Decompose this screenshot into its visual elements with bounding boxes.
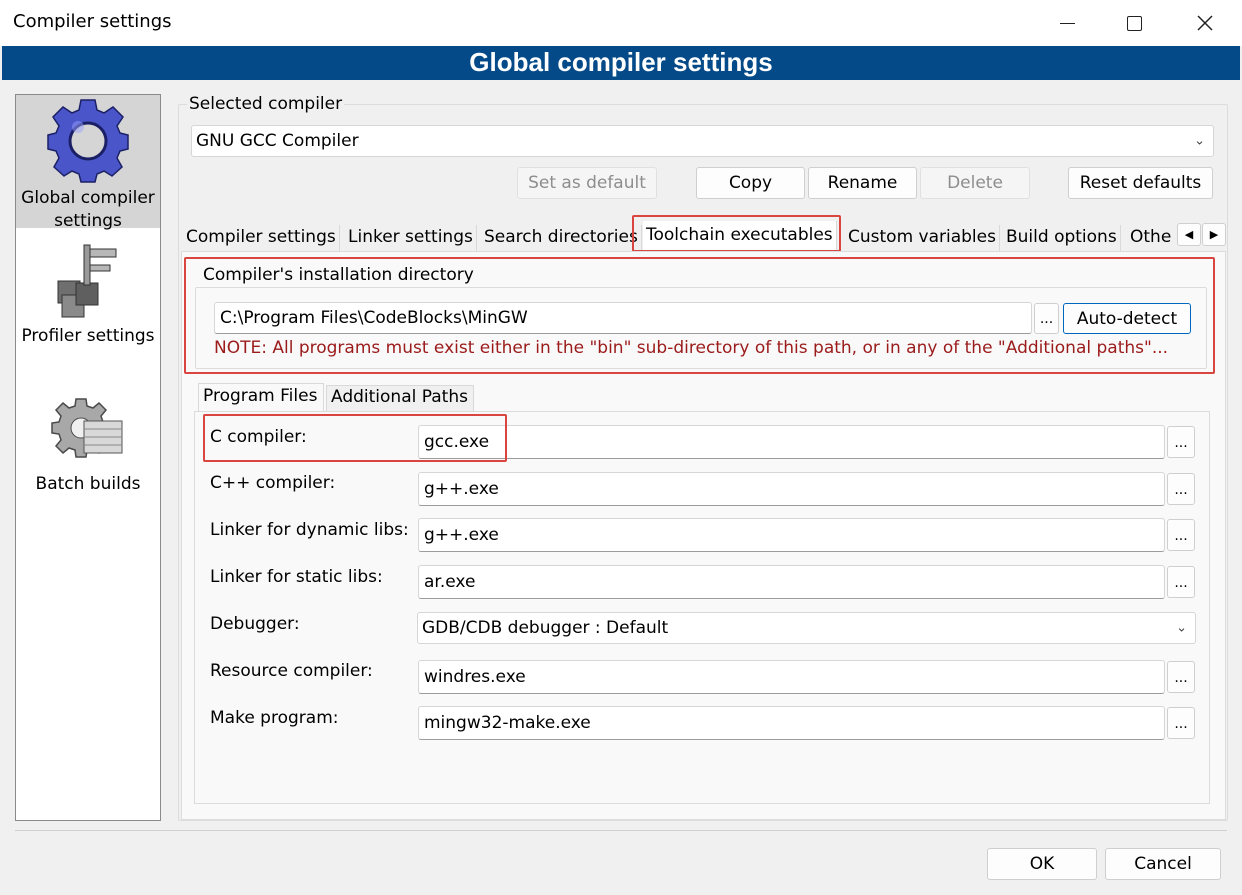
linker-static-browse-button[interactable]: ... (1167, 566, 1195, 598)
tab-scroll-left-button[interactable]: ◀ (1177, 223, 1201, 246)
close-button[interactable] (1170, 0, 1240, 46)
reset-defaults-button[interactable]: Reset defaults (1068, 167, 1213, 199)
window-title: Compiler settings (13, 11, 172, 32)
tab-search-directories[interactable]: Search directories (481, 225, 642, 251)
sidebar-item-global-compiler-settings[interactable]: Global compiler settings (16, 95, 160, 231)
debugger-select[interactable]: GDB/CDB debugger : Default ⌄ (417, 612, 1196, 644)
maximize-button[interactable] (1099, 0, 1169, 46)
cancel-button[interactable]: Cancel (1105, 848, 1221, 880)
sidebar-item-label: Global compiler (21, 188, 155, 208)
set-as-default-button[interactable]: Set as default (517, 167, 657, 199)
linker-dynamic-input[interactable]: g++.exe (418, 518, 1165, 552)
linker-dynamic-browse-button[interactable]: ... (1167, 519, 1195, 551)
sidebar-item-profiler-settings[interactable]: Profiler settings (16, 241, 160, 351)
minimize-icon (1059, 22, 1075, 24)
tab-custom-variables[interactable]: Custom variables (845, 225, 1000, 251)
sidebar-item-label: settings (54, 211, 122, 231)
linker-static-label: Linker for static libs: (210, 567, 383, 587)
resource-compiler-input[interactable]: windres.exe (418, 660, 1165, 694)
cpp-compiler-label: C++ compiler: (210, 473, 336, 493)
compiler-select[interactable]: GNU GCC Compiler ⌄ (191, 125, 1214, 157)
close-icon (1197, 15, 1213, 31)
copy-button[interactable]: Copy (696, 167, 805, 199)
arrow-left-icon: ◀ (1184, 228, 1194, 241)
c-compiler-input[interactable]: gcc.exe (418, 425, 1165, 459)
make-program-input[interactable]: mingw32-make.exe (418, 706, 1165, 740)
resource-compiler-browse-button[interactable]: ... (1167, 661, 1195, 693)
linker-dynamic-label: Linker for dynamic libs: (210, 520, 409, 540)
page-banner: Global compiler settings (2, 46, 1240, 80)
tab-linker-settings[interactable]: Linker settings (345, 225, 477, 251)
tab-build-options[interactable]: Build options (1003, 225, 1121, 251)
tab-compiler-settings[interactable]: Compiler settings (183, 225, 340, 251)
maximize-icon (1126, 15, 1142, 31)
selected-compiler-label: Selected compiler (187, 94, 345, 114)
rename-button[interactable]: Rename (808, 167, 917, 199)
install-dir-highlight-box (184, 257, 1215, 374)
title-bar: Compiler settings (0, 0, 1242, 46)
settings-category-list: Global compiler settings Profiler settin… (15, 94, 161, 821)
resource-compiler-label: Resource compiler: (210, 661, 373, 681)
subtab-additional-paths[interactable]: Additional Paths (326, 385, 474, 412)
tab-other[interactable]: Othe (1127, 225, 1176, 251)
sidebar-item-batch-builds[interactable]: Batch builds (16, 395, 160, 495)
debugger-label: Debugger: (210, 614, 300, 634)
c-compiler-browse-button[interactable]: ... (1167, 426, 1195, 458)
batch-builds-icon (51, 398, 123, 458)
sidebar-item-label: Profiler settings (21, 326, 155, 346)
sidebar-item-label: Batch builds (35, 474, 141, 494)
chevron-down-icon: ⌄ (1176, 620, 1187, 636)
c-compiler-highlight-box (203, 414, 507, 462)
program-files-panel (194, 411, 1210, 804)
ok-button[interactable]: OK (987, 848, 1097, 880)
tab-highlight-box (632, 215, 841, 252)
compiler-select-value: GNU GCC Compiler (196, 131, 359, 151)
delete-button[interactable]: Delete (920, 167, 1030, 199)
cpp-compiler-browse-button[interactable]: ... (1167, 473, 1195, 505)
linker-static-input[interactable]: ar.exe (418, 565, 1165, 599)
profiler-icon (57, 244, 117, 318)
make-program-label: Make program: (210, 708, 339, 728)
cpp-compiler-input[interactable]: g++.exe (418, 472, 1165, 506)
subtab-program-files[interactable]: Program Files (198, 383, 324, 412)
arrow-right-icon: ▶ (1209, 228, 1219, 241)
gear-icon (47, 99, 129, 183)
chevron-down-icon: ⌄ (1194, 133, 1205, 149)
minimize-button[interactable] (1032, 0, 1102, 46)
debugger-select-value: GDB/CDB debugger : Default (422, 618, 669, 638)
footer-divider (15, 830, 1227, 831)
make-program-browse-button[interactable]: ... (1167, 707, 1195, 739)
tab-scroll-right-button[interactable]: ▶ (1202, 223, 1226, 246)
